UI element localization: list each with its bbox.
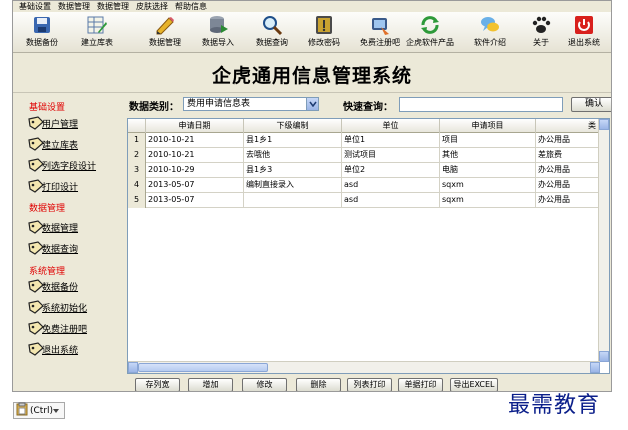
table-row[interactable]: 4 2013-05-07 编制直接录入 asd sqxm 办公用品	[128, 178, 599, 193]
tag-icon	[28, 342, 44, 356]
quick-search-label: 快速查询：	[343, 102, 393, 113]
delete-button[interactable]: 删除	[296, 378, 341, 391]
magnifier-icon	[261, 14, 283, 36]
data-manage-button[interactable]: 数据管理	[138, 13, 192, 51]
exit-icon	[573, 14, 595, 36]
change-password-button[interactable]: 修改密码	[297, 13, 351, 51]
nav-group-basic-settings: 基础设置	[29, 103, 66, 113]
clipboard-icon	[16, 402, 28, 419]
paw-icon	[530, 14, 552, 36]
table-row[interactable]: 2 2010-10-21 去哦他 测试项目 其他 差旅费	[128, 148, 599, 163]
paste-options-label: (Ctrl)	[30, 405, 54, 416]
table-row[interactable]: 3 2010-10-29 县1乡3 单位2 电脑 办公用品	[128, 163, 599, 178]
confirm-button[interactable]: 确认	[571, 97, 611, 112]
grid-body: 1 2010-10-21 县1乡1 单位1 项目 办公用品 2 2010-10-…	[128, 133, 599, 208]
nav-item-print-design[interactable]: 打印设计	[28, 177, 78, 195]
export-excel-button[interactable]: 导出EXCEL	[450, 378, 498, 391]
save-column-width-button[interactable]: 存列宽	[135, 378, 180, 391]
left-navigation: 基础设置 用户管理 建立库表 列选字段设计 打印设计 数据管理 数据管理 数据查…	[13, 94, 121, 379]
grid-header: 申请日期 下级编制 单位 申请项目 类	[128, 119, 599, 133]
nav-item-data-backup[interactable]: 数据备份	[28, 277, 78, 295]
menu-bar: 基础设置 数据管理 数据管理 皮肤选择 帮助信息	[13, 1, 611, 12]
app-title: 企虎通用信息管理系统	[211, 65, 412, 87]
nav-item-data-management[interactable]: 数据管理	[28, 218, 78, 236]
form-print-button[interactable]: 单据打印	[398, 378, 443, 391]
nav-group-system-management: 系统管理	[29, 267, 66, 277]
nav-item-system-init[interactable]: 系统初始化	[28, 298, 87, 316]
filter-bar: 数据类别： 费用申请信息表 快速查询： 确认	[129, 95, 611, 115]
paste-options-button[interactable]: (Ctrl)	[13, 402, 65, 419]
data-query-button[interactable]: 数据查询	[245, 13, 299, 51]
register-icon	[369, 14, 391, 36]
nav-item-exit-system[interactable]: 退出系统	[28, 340, 78, 358]
password-icon	[313, 14, 335, 36]
pencil-icon	[154, 14, 176, 36]
menu-basic-settings[interactable]: 基础设置	[19, 1, 51, 12]
scroll-right-button[interactable]	[590, 362, 600, 373]
nav-item-column-design[interactable]: 列选字段设计	[28, 156, 96, 174]
vertical-scrollbar[interactable]	[598, 119, 609, 362]
scroll-down-button[interactable]	[599, 351, 609, 362]
menu-skin[interactable]: 皮肤选择	[136, 1, 168, 12]
software-intro-button[interactable]: 软件介绍	[463, 13, 517, 51]
nav-item-create-table[interactable]: 建立库表	[28, 135, 78, 153]
toolbar: 数据备份 建立库表 数据管理 数据导入 数据查询 修改密码 免费注册吧 企虎软件…	[13, 12, 611, 53]
data-grid: 申请日期 下级编制 单位 申请项目 类 1 2010-10-21 县1乡1 单位…	[127, 118, 610, 374]
data-import-button[interactable]: 数据导入	[191, 13, 245, 51]
tag-icon	[28, 179, 44, 193]
tag-icon	[28, 279, 44, 293]
exit-system-button[interactable]: 退出系统	[557, 13, 611, 51]
category-select[interactable]: 费用申请信息表	[183, 97, 319, 111]
chat-icon	[479, 14, 501, 36]
table-row[interactable]: 1 2010-10-21 县1乡1 单位1 项目 办公用品	[128, 133, 599, 148]
app-window: 基础设置 数据管理 数据管理 皮肤选择 帮助信息 数据备份 建立库表 数据管理	[12, 0, 612, 392]
nav-item-free-register[interactable]: 免费注册吧	[28, 319, 87, 337]
table-row[interactable]: 5 2013-05-07 asd sqxm 办公用品	[128, 193, 599, 208]
edit-button[interactable]: 修改	[242, 378, 287, 391]
nav-item-data-query[interactable]: 数据查询	[28, 239, 78, 257]
column-header[interactable]: 下级编制	[244, 119, 342, 133]
horizontal-scrollbar[interactable]	[128, 361, 600, 373]
menu-data-management[interactable]: 数据管理	[58, 1, 90, 12]
menu-help[interactable]: 帮助信息	[175, 1, 207, 12]
backup-button[interactable]: 数据备份	[15, 13, 69, 51]
free-register-button[interactable]: 免费注册吧	[353, 13, 407, 51]
list-print-button[interactable]: 列表打印	[347, 378, 392, 391]
scroll-up-button[interactable]	[599, 119, 609, 130]
row-number-header	[128, 119, 146, 133]
horizontal-scroll-thumb[interactable]	[138, 363, 268, 372]
add-button[interactable]: 增加	[188, 378, 233, 391]
category-label: 数据类别：	[129, 102, 179, 113]
watermark: 最需教育	[508, 393, 601, 418]
column-header[interactable]: 申请日期	[146, 119, 244, 133]
tag-icon	[28, 137, 44, 151]
tag-icon	[28, 321, 44, 335]
column-header[interactable]: 类	[536, 119, 599, 133]
tag-icon	[28, 300, 44, 314]
banner: 企虎通用信息管理系统	[13, 53, 611, 93]
nav-item-user-management[interactable]: 用户管理	[28, 114, 78, 132]
create-table-button[interactable]: 建立库表	[70, 13, 124, 51]
column-header[interactable]: 单位	[342, 119, 440, 133]
tag-icon	[28, 241, 44, 255]
column-header[interactable]: 申请项目	[440, 119, 536, 133]
database-import-icon	[207, 14, 229, 36]
refresh-icon	[419, 14, 441, 36]
scroll-left-button[interactable]	[128, 362, 138, 373]
table-edit-icon	[86, 14, 108, 36]
chevron-down-icon[interactable]	[306, 98, 318, 110]
chevron-down-icon	[53, 406, 60, 416]
nav-group-data-management: 数据管理	[29, 204, 66, 214]
menu-data-management-2[interactable]: 数据管理	[97, 1, 129, 12]
tag-icon	[28, 116, 44, 130]
tag-icon	[28, 220, 44, 234]
tag-icon	[28, 158, 44, 172]
category-select-value: 费用申请信息表	[187, 99, 251, 109]
quick-search-input[interactable]	[399, 97, 563, 112]
disk-icon	[31, 14, 53, 36]
products-button[interactable]: 企虎软件产品	[403, 13, 457, 51]
